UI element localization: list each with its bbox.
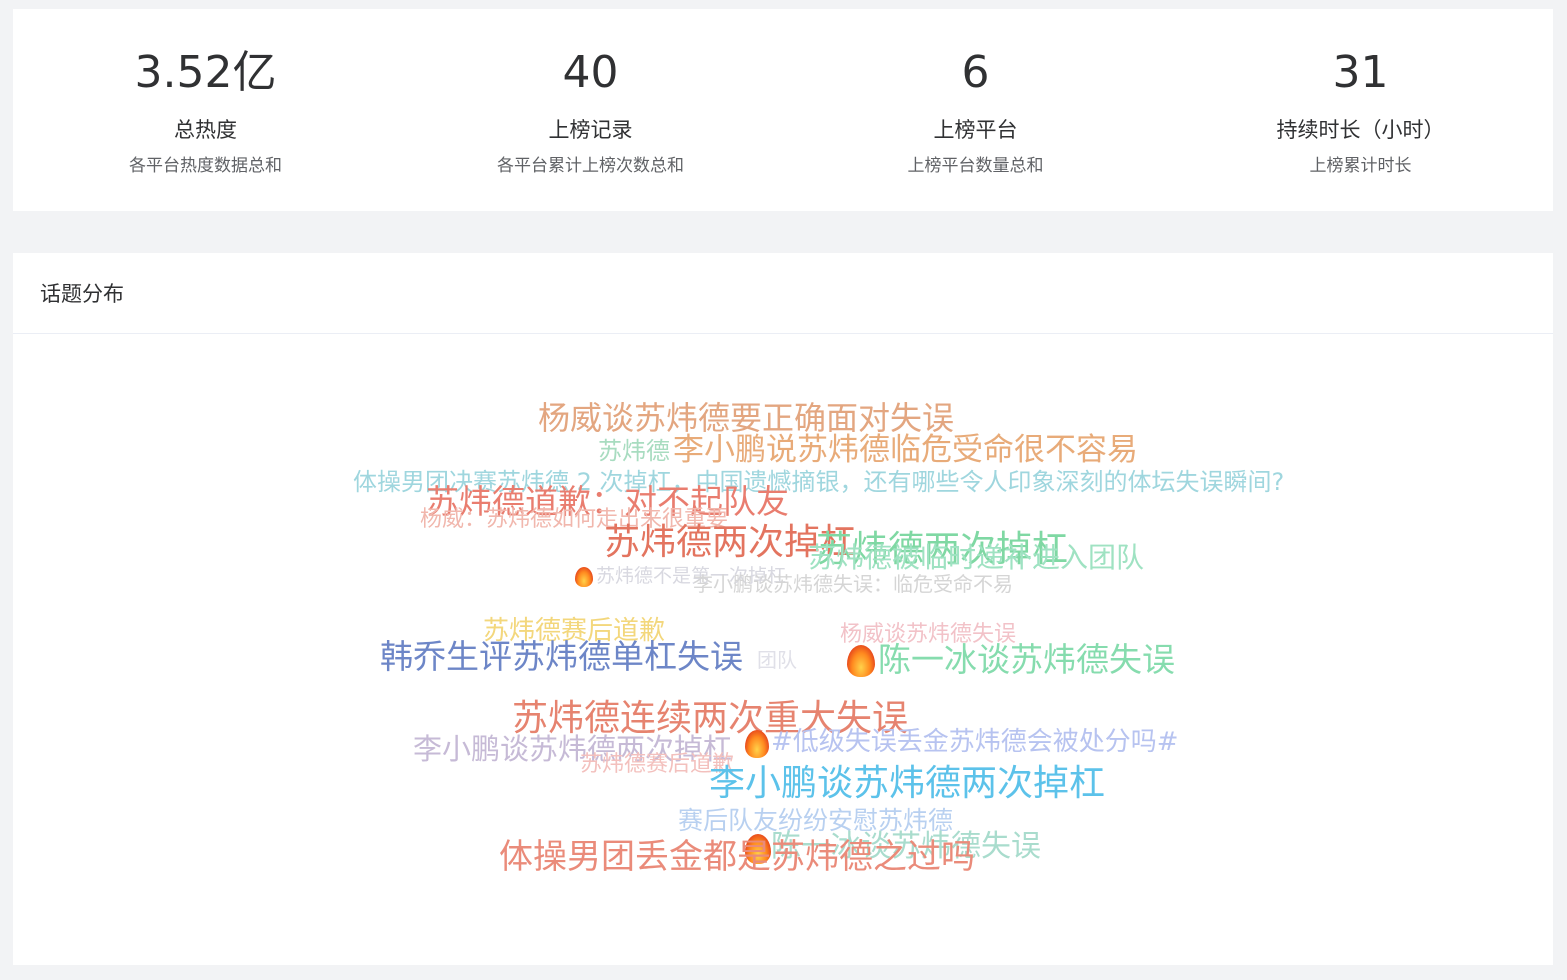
stat-value: 31 xyxy=(1332,47,1389,98)
stat-label: 持续时长（小时） xyxy=(1276,118,1445,142)
stat-platforms: 6 上榜平台 上榜平台数量总和 xyxy=(783,9,1168,211)
word-cloud: 杨威谈苏炜德要正确面对失误 苏炜德 李小鹏说苏炜德临危受命很不容易 体操男团决赛… xyxy=(13,334,1553,965)
wordcloud-word[interactable]: #低级失误丢金苏炜德会被处分吗# xyxy=(771,729,1179,755)
stat-duration: 31 持续时长（小时） 上榜累计时长 xyxy=(1168,9,1553,211)
stat-label: 上榜平台 xyxy=(933,118,1018,142)
stat-total-heat: 3.52亿 总热度 各平台热度数据总和 xyxy=(13,9,398,211)
stats-card: 3.52亿 总热度 各平台热度数据总和 40 上榜记录 各平台累计上榜次数总和 … xyxy=(13,9,1553,211)
stat-desc: 各平台累计上榜次数总和 xyxy=(497,156,684,176)
stat-ranking-records: 40 上榜记录 各平台累计上榜次数总和 xyxy=(398,9,783,211)
topic-distribution-card: 话题分布 杨威谈苏炜德要正确面对失误 苏炜德 李小鹏说苏炜德临危受命很不容易 体… xyxy=(13,253,1553,965)
wordcloud-word[interactable]: 体操男团丢金都是苏炜德之过吗 xyxy=(499,840,975,874)
wordcloud-word[interactable]: 李小鹏谈苏炜德两次掉杠 xyxy=(709,766,1105,802)
stat-desc: 各平台热度数据总和 xyxy=(129,156,282,176)
wordcloud-word[interactable]: 李小鹏说苏炜德临危受命很不容易 xyxy=(673,435,1138,466)
fire-icon xyxy=(745,730,769,758)
stat-label: 总热度 xyxy=(174,118,237,142)
wordcloud-word[interactable]: 杨威谈苏炜德要正确面对失误 xyxy=(538,402,954,434)
fire-icon xyxy=(847,645,875,677)
stat-value: 3.52亿 xyxy=(134,47,277,98)
stat-label: 上榜记录 xyxy=(548,118,633,142)
stat-desc: 上榜平台数量总和 xyxy=(907,156,1044,176)
stat-desc: 上榜累计时长 xyxy=(1309,156,1412,176)
wordcloud-word[interactable]: 陈一冰谈苏炜德失误 xyxy=(878,643,1175,676)
wordcloud-word[interactable]: 韩乔生评苏炜德单杠失误 xyxy=(380,640,743,673)
wordcloud-word[interactable]: 苏炜德 xyxy=(598,439,670,463)
wordcloud-word[interactable]: 团队 xyxy=(757,650,797,670)
wordcloud-word[interactable]: 苏炜德被临时递补进入团队 xyxy=(808,544,1144,572)
topic-header: 话题分布 xyxy=(13,253,1553,334)
stat-value: 6 xyxy=(961,47,990,98)
stat-value: 40 xyxy=(562,47,619,98)
topic-title: 话题分布 xyxy=(40,282,124,306)
fire-icon xyxy=(575,567,593,587)
wordcloud-word[interactable]: 李小鹏谈苏炜德失误：临危受命不易 xyxy=(693,574,1013,594)
